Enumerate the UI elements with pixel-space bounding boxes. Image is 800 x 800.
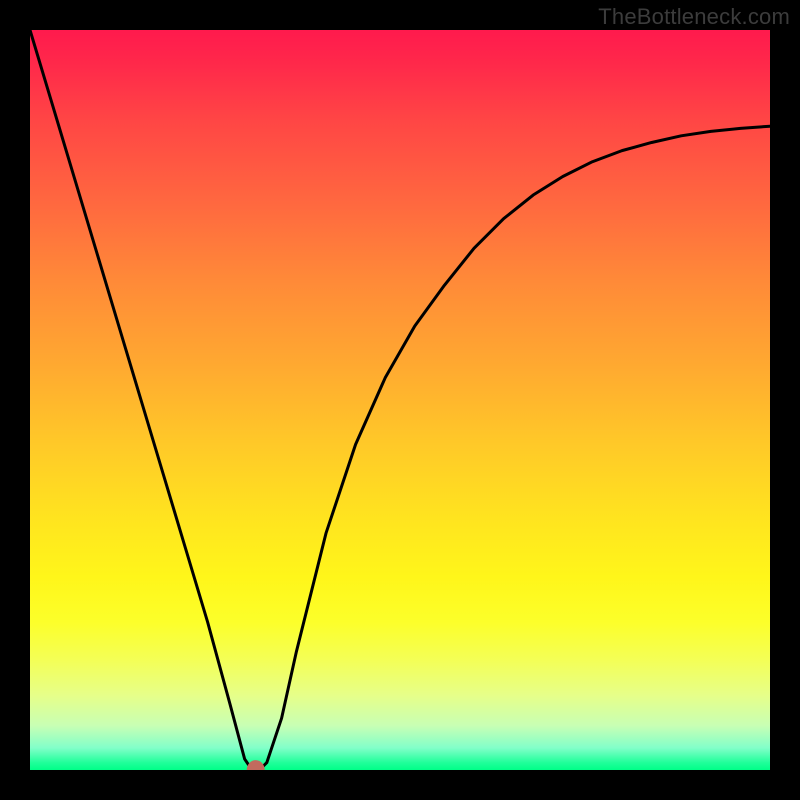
watermark-label: TheBottleneck.com [598,4,790,30]
series-bottleneck-curve [30,30,770,770]
chart-frame: TheBottleneck.com [0,0,800,800]
marker-optimum-point [247,760,265,770]
plot-area [30,30,770,770]
bottleneck-chart [30,30,770,770]
